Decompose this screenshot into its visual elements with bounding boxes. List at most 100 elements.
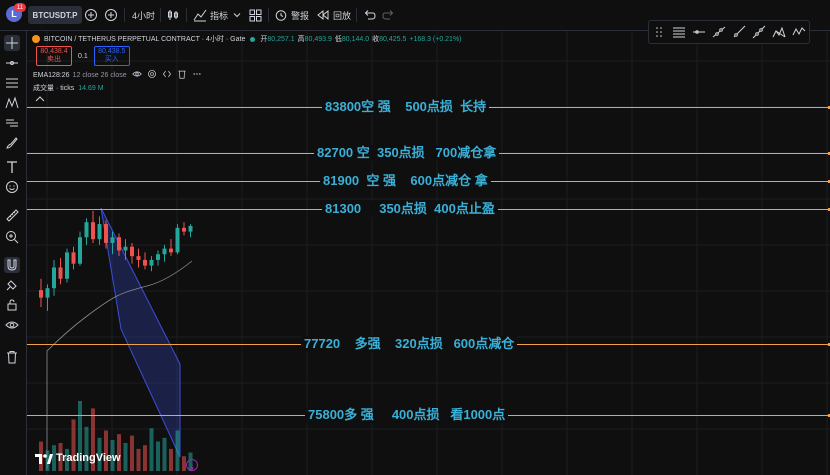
chevron-down-icon[interactable] bbox=[233, 6, 241, 24]
replay-label: 回放 bbox=[333, 10, 352, 21]
candle-body[interactable] bbox=[156, 254, 160, 260]
brush-icon[interactable] bbox=[4, 135, 20, 151]
chart-pane[interactable]: BITCOIN / TETHERUS PERPETUAL CONTRACT · … bbox=[27, 31, 830, 475]
candle-body[interactable] bbox=[58, 267, 63, 279]
add-symbol-icon[interactable] bbox=[104, 6, 118, 24]
more-icon[interactable] bbox=[192, 69, 202, 81]
volume-bar bbox=[156, 441, 160, 471]
candle-body[interactable] bbox=[143, 259, 147, 266]
indicators-button[interactable]: 指标 bbox=[193, 6, 228, 24]
candle-body[interactable] bbox=[136, 256, 141, 260]
ema-label: EMA128:26 bbox=[33, 71, 70, 79]
source-code-icon[interactable] bbox=[162, 69, 172, 81]
volume-bar bbox=[169, 448, 173, 471]
alert-label: 警报 bbox=[291, 10, 310, 21]
drag-handle-icon[interactable] bbox=[649, 23, 669, 41]
candle-body[interactable] bbox=[188, 225, 193, 232]
annotation-text[interactable]: 81300 350点损 400点止盈 bbox=[322, 201, 498, 217]
symbol-legend[interactable]: BITCOIN / TETHERUS PERPETUAL CONTRACT · … bbox=[32, 34, 462, 44]
trash-icon[interactable] bbox=[4, 349, 20, 365]
candle-body[interactable] bbox=[91, 222, 95, 240]
annotation-text[interactable]: 75800多 强 400点损 看1000点 bbox=[305, 407, 509, 423]
layout-grid-icon[interactable] bbox=[249, 6, 262, 24]
extended-line-icon[interactable] bbox=[749, 23, 769, 41]
trend-line-icon[interactable] bbox=[4, 55, 20, 71]
volume-value: 14.69 M bbox=[78, 84, 104, 92]
redo-icon[interactable] bbox=[382, 6, 396, 24]
candle-body[interactable] bbox=[39, 290, 43, 298]
eye-icon[interactable] bbox=[4, 317, 20, 333]
trend-line-icon[interactable] bbox=[709, 23, 729, 41]
candle-body[interactable] bbox=[84, 222, 89, 238]
candle-body[interactable] bbox=[117, 237, 121, 251]
zoom-in-icon[interactable] bbox=[4, 229, 20, 245]
candle-body[interactable] bbox=[65, 252, 69, 279]
compare-icon[interactable] bbox=[84, 6, 98, 24]
high-value: 80,493.9 bbox=[304, 35, 332, 43]
collapse-legend-icon[interactable] bbox=[35, 95, 45, 103]
volume-bar bbox=[136, 448, 141, 471]
change-value: +168.3 (+0.21%) bbox=[409, 35, 462, 43]
path-icon[interactable] bbox=[789, 23, 809, 41]
text-icon[interactable] bbox=[4, 159, 20, 175]
volume-bar bbox=[130, 435, 134, 471]
candle-body[interactable] bbox=[123, 246, 128, 251]
symbol-search-button[interactable]: BTCUSDT.P bbox=[28, 6, 82, 24]
pitchfork-icon[interactable] bbox=[769, 23, 789, 41]
buy-button[interactable]: 80,438.5 买入 bbox=[93, 46, 130, 66]
candle-body[interactable] bbox=[52, 267, 56, 289]
candle-body[interactable] bbox=[130, 246, 134, 257]
candle-body[interactable] bbox=[71, 252, 76, 264]
candle-body[interactable] bbox=[162, 248, 167, 255]
ema-params: 12 close 26 close bbox=[72, 71, 127, 79]
lock-drawings-icon[interactable] bbox=[4, 277, 20, 293]
candle-body[interactable] bbox=[78, 237, 82, 264]
crosshair-icon[interactable] bbox=[4, 35, 20, 51]
indicators-label: 指标 bbox=[210, 10, 229, 21]
annotation-text[interactable]: 82700 空 350点损 700减仓拿 bbox=[314, 145, 500, 161]
replay-button[interactable]: 回放 bbox=[316, 6, 351, 24]
delete-icon[interactable] bbox=[177, 69, 187, 81]
horizontal-lines-icon[interactable] bbox=[669, 23, 689, 41]
ruler-icon[interactable] bbox=[4, 207, 20, 223]
volume-bar bbox=[149, 428, 154, 471]
pattern-icon[interactable] bbox=[4, 95, 20, 111]
ema-legend[interactable]: EMA128:26 12 close 26 close bbox=[33, 69, 202, 81]
candle-body[interactable] bbox=[175, 227, 180, 253]
tradingview-label: TradingView bbox=[56, 452, 121, 464]
annotation-text[interactable]: 77720 多强 320点损 600点减仓 bbox=[301, 336, 518, 352]
candle-body[interactable] bbox=[97, 224, 102, 240]
volume-bar bbox=[162, 437, 167, 471]
notification-badge: 11 bbox=[14, 3, 26, 12]
sell-label: 卖出 bbox=[47, 56, 61, 63]
candle-body[interactable] bbox=[149, 259, 154, 266]
tradingview-watermark[interactable]: TradingView bbox=[35, 452, 121, 464]
annotation-text[interactable]: 83800空 强 500点损 长持 bbox=[322, 99, 490, 115]
undo-icon[interactable] bbox=[362, 6, 376, 24]
sell-price: 80,438.4 bbox=[40, 48, 68, 55]
lock-icon[interactable] bbox=[4, 297, 20, 313]
candle-body[interactable] bbox=[45, 288, 50, 298]
drawing-toolbar bbox=[0, 31, 27, 475]
candle-body[interactable] bbox=[169, 248, 173, 253]
lightning-icon[interactable] bbox=[186, 459, 198, 472]
magnet-icon[interactable] bbox=[4, 257, 20, 273]
ray-icon[interactable] bbox=[729, 23, 749, 41]
candle-style-icon[interactable] bbox=[166, 6, 180, 24]
candle-body[interactable] bbox=[104, 224, 108, 243]
low-value: 80,144.0 bbox=[341, 35, 370, 43]
tradingview-logo-icon bbox=[35, 454, 53, 464]
emoji-icon[interactable] bbox=[4, 179, 20, 195]
candle-body[interactable] bbox=[182, 227, 186, 232]
interval-button[interactable]: 4小时 bbox=[132, 6, 155, 24]
annotation-text[interactable]: 81900 空 强 600点减仓 拿 bbox=[320, 173, 491, 189]
prediction-icon[interactable] bbox=[4, 115, 20, 131]
eye-icon[interactable] bbox=[131, 69, 142, 81]
horizontal-ray-icon[interactable] bbox=[689, 23, 709, 41]
volume-legend[interactable]: 成交量 · ticks 14.69 M bbox=[33, 83, 104, 93]
fib-retracement-icon[interactable] bbox=[4, 75, 20, 91]
settings-icon[interactable] bbox=[147, 69, 157, 81]
sell-button[interactable]: 80,438.4 卖出 bbox=[36, 46, 72, 66]
candle-body[interactable] bbox=[110, 237, 115, 243]
alert-button[interactable]: 警报 bbox=[274, 6, 309, 24]
